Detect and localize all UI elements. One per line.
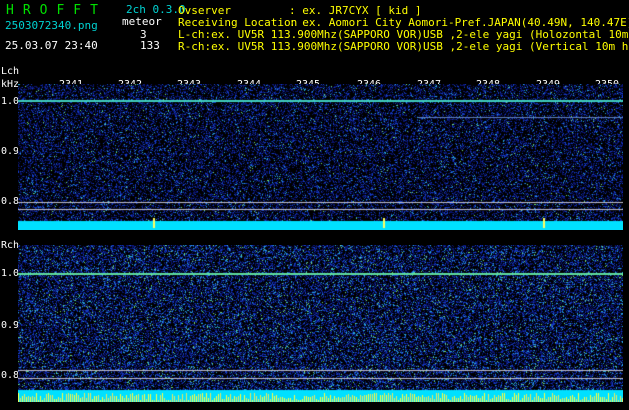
rch-description: R-ch:ex. UV5R 113.900Mhz(SAPPORO VOR)USB… <box>178 40 629 53</box>
count-rch: 133 <box>140 39 160 52</box>
lch-ytick: 1.0 <box>1 96 20 107</box>
datetime: 25.03.07 23:40 <box>5 39 98 52</box>
rch-ytick: 0.9 <box>1 320 20 331</box>
lch-ytick: 0.8 <box>1 196 20 207</box>
location-label: Receiving Location <box>178 16 298 29</box>
rch-spectrogram-canvas <box>18 245 623 402</box>
filename: 2503072340.png <box>5 19 98 32</box>
lch-spectrogram-canvas <box>18 84 623 230</box>
lch-spectrogram <box>18 84 623 230</box>
app-title: HROFFT <box>6 3 107 18</box>
rch-ytick: 0.8 <box>1 370 20 381</box>
lch-label: Lch <box>1 66 20 77</box>
type-label: meteor <box>122 15 162 28</box>
rch-spectrogram <box>18 245 623 402</box>
lch-ytick: 0.9 <box>1 146 20 157</box>
location-value: : ex. Aomori City Aomori-Pref.JAPAN(40.4… <box>289 16 629 29</box>
hrofft-window: HROFFT 2ch 0.3.0 2503072340.png meteor 3… <box>0 0 629 410</box>
lch-unit: kHz <box>1 79 20 90</box>
observer-value: : ex. JR7CYX [ kid ] <box>289 4 422 17</box>
mode-label: 2ch 0.3.0 <box>126 3 186 16</box>
observer-label: Ovserver <box>178 4 231 17</box>
lch-description: L-ch:ex. UV5R 113.900Mhz(SAPPORO VOR)USB… <box>178 28 629 41</box>
rch-ytick: 1.0 <box>1 268 20 279</box>
rch-label: Rch <box>1 240 20 251</box>
